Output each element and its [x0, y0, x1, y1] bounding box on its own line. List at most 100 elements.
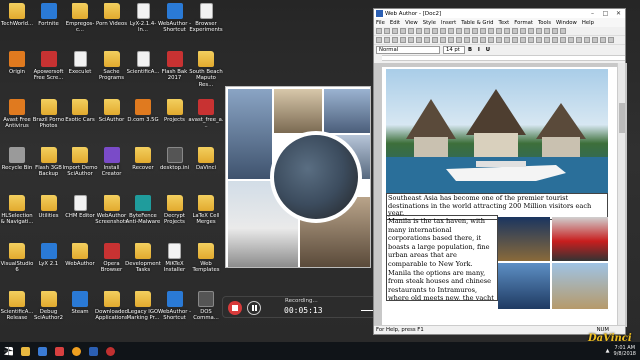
- taskbar-browser[interactable]: [68, 342, 85, 360]
- document-page[interactable]: Southeast Asia has become one of the pre…: [382, 67, 618, 327]
- toolbar-button[interactable]: [392, 28, 398, 34]
- menu-item[interactable]: Window: [556, 20, 577, 26]
- toolbar-button[interactable]: [376, 37, 382, 43]
- toolbar-button[interactable]: [552, 28, 558, 34]
- taskbar-web-author[interactable]: [85, 342, 102, 360]
- toolbar-button[interactable]: [456, 28, 462, 34]
- toolbar-button[interactable]: [448, 28, 454, 34]
- desktop-icon[interactable]: Debug SciAuthor2: [32, 288, 66, 338]
- menu-item[interactable]: View: [405, 20, 418, 26]
- toolbar-button[interactable]: [400, 28, 406, 34]
- desktop-icon[interactable]: Development Tasks: [125, 240, 161, 290]
- menu-item[interactable]: Text: [499, 20, 510, 26]
- toolbar-button[interactable]: [552, 37, 558, 43]
- network-icon[interactable]: ▲: [606, 348, 610, 354]
- toolbar-button[interactable]: [608, 37, 614, 43]
- desktop-icon[interactable]: Fortnite: [32, 0, 66, 50]
- desktop-icon[interactable]: CHM Editor: [63, 192, 97, 242]
- minimize-button[interactable]: –: [586, 9, 599, 18]
- desktop-icon[interactable]: WebAuthor: [63, 240, 97, 290]
- desktop-icon[interactable]: Install Creator: [95, 144, 129, 194]
- desktop-icon[interactable]: avast_free_a...: [188, 96, 224, 146]
- toolbar-button[interactable]: [456, 37, 462, 43]
- format-buttons[interactable]: B I U: [468, 47, 492, 53]
- toolbar-button[interactable]: [544, 28, 550, 34]
- close-button[interactable]: ✕: [612, 9, 625, 18]
- desktop-icon[interactable]: Exotic Cars: [63, 96, 97, 146]
- toolbar-button[interactable]: [600, 37, 606, 43]
- toolbar-button[interactable]: [560, 37, 566, 43]
- menu-item[interactable]: Help: [582, 20, 594, 26]
- desktop-icon[interactable]: Flash Bak 2017: [158, 48, 192, 98]
- clock[interactable]: 7:01 AM 9/8/2018: [614, 345, 636, 357]
- desktop-icon[interactable]: Recycle Bin: [0, 144, 34, 194]
- toolbar-button[interactable]: [528, 37, 534, 43]
- desktop-icon[interactable]: Decrypt Projects: [158, 192, 192, 242]
- toolbar-button[interactable]: [488, 37, 494, 43]
- desktop-icon[interactable]: DaVinci: [189, 144, 223, 194]
- taskbar-store[interactable]: [34, 342, 51, 360]
- toolbar-button[interactable]: [488, 28, 494, 34]
- taskbar-recorder[interactable]: [102, 342, 119, 360]
- desktop-icon[interactable]: desktop.ini: [158, 144, 192, 194]
- desktop-icon[interactable]: Steam: [63, 288, 97, 338]
- menu-item[interactable]: Format: [514, 20, 533, 26]
- desktop-icon[interactable]: South Beach Maputo Res...: [189, 48, 223, 98]
- ruler[interactable]: [382, 55, 625, 61]
- desktop-icon[interactable]: Browser Experiments: [189, 0, 223, 50]
- toolbar-button[interactable]: [432, 28, 438, 34]
- toolbar-button[interactable]: [384, 37, 390, 43]
- toolbar-button[interactable]: [520, 28, 526, 34]
- toolbar-button[interactable]: [504, 28, 510, 34]
- vertical-scrollbar[interactable]: [617, 63, 625, 327]
- desktop-icon[interactable]: Sache Programs: [95, 48, 129, 98]
- desktop-icon[interactable]: Import Demo SciAuthor: [62, 144, 98, 194]
- toolbar-button[interactable]: [384, 28, 390, 34]
- desktop-icon[interactable]: Projects: [158, 96, 192, 146]
- toolbar-button[interactable]: [472, 28, 478, 34]
- desktop-icon[interactable]: TechWorld...: [0, 0, 34, 50]
- start-button[interactable]: [0, 342, 17, 360]
- desktop-icon[interactable]: Empregos-c...: [63, 0, 97, 50]
- desktop-icon[interactable]: LyX 2.1: [32, 240, 66, 290]
- maximize-button[interactable]: □: [599, 9, 612, 18]
- desktop-icon[interactable]: Downloaded Applications: [95, 288, 129, 338]
- toolbar-button[interactable]: [560, 28, 566, 34]
- toolbar-button[interactable]: [536, 37, 542, 43]
- desktop-icon[interactable]: Legacy IGO Marking Pr...: [126, 288, 160, 338]
- toolbar-button[interactable]: [440, 28, 446, 34]
- menu-item[interactable]: File: [376, 20, 385, 26]
- desktop-icon[interactable]: LyX-2.1.4-In...: [126, 0, 160, 50]
- toolbar-button[interactable]: [576, 37, 582, 43]
- style-select[interactable]: Normal: [376, 46, 440, 54]
- desktop-icon[interactable]: VisualStudio6: [0, 240, 34, 290]
- desktop-icon[interactable]: Opera Browser: [95, 240, 129, 290]
- menu-item[interactable]: Insert: [441, 20, 456, 26]
- toolbar-button[interactable]: [568, 37, 574, 43]
- toolbar-button[interactable]: [400, 37, 406, 43]
- desktop-icon[interactable]: WebAuthor - Shortcut: [158, 288, 192, 338]
- toolbar-button[interactable]: [464, 28, 470, 34]
- toolbar-button[interactable]: [416, 37, 422, 43]
- toolbar-button[interactable]: [448, 37, 454, 43]
- toolbar-button[interactable]: [520, 37, 526, 43]
- menu-item[interactable]: Tools: [538, 20, 551, 26]
- toolbar-button[interactable]: [408, 37, 414, 43]
- desktop-icon[interactable]: Brazil Porno Photos: [32, 96, 66, 146]
- toolbar-button[interactable]: [408, 28, 414, 34]
- desktop-icon[interactable]: ScientificA...: [126, 48, 160, 98]
- desktop-icon[interactable]: Execulet: [63, 48, 97, 98]
- desktop-icon[interactable]: SciAuthor: [95, 96, 129, 146]
- toolbar-button[interactable]: [424, 28, 430, 34]
- desktop-icon[interactable]: WebAuthor - Shortcut: [158, 0, 192, 50]
- toolbar-button[interactable]: [536, 28, 542, 34]
- toolbar-button[interactable]: [480, 37, 486, 43]
- desktop-icon[interactable]: MiKTeX Installer: [158, 240, 192, 290]
- desktop-icon[interactable]: Web Templates: [189, 240, 223, 290]
- taskbar-file-explorer[interactable]: [17, 342, 34, 360]
- toolbar-button[interactable]: [472, 37, 478, 43]
- desktop-icon[interactable]: Utilities: [32, 192, 66, 242]
- desktop-icon[interactable]: Avast Free Antivirus: [0, 96, 34, 146]
- body-text[interactable]: Manila is the tax haven, with many inter…: [386, 215, 498, 301]
- toolbar-button[interactable]: [528, 28, 534, 34]
